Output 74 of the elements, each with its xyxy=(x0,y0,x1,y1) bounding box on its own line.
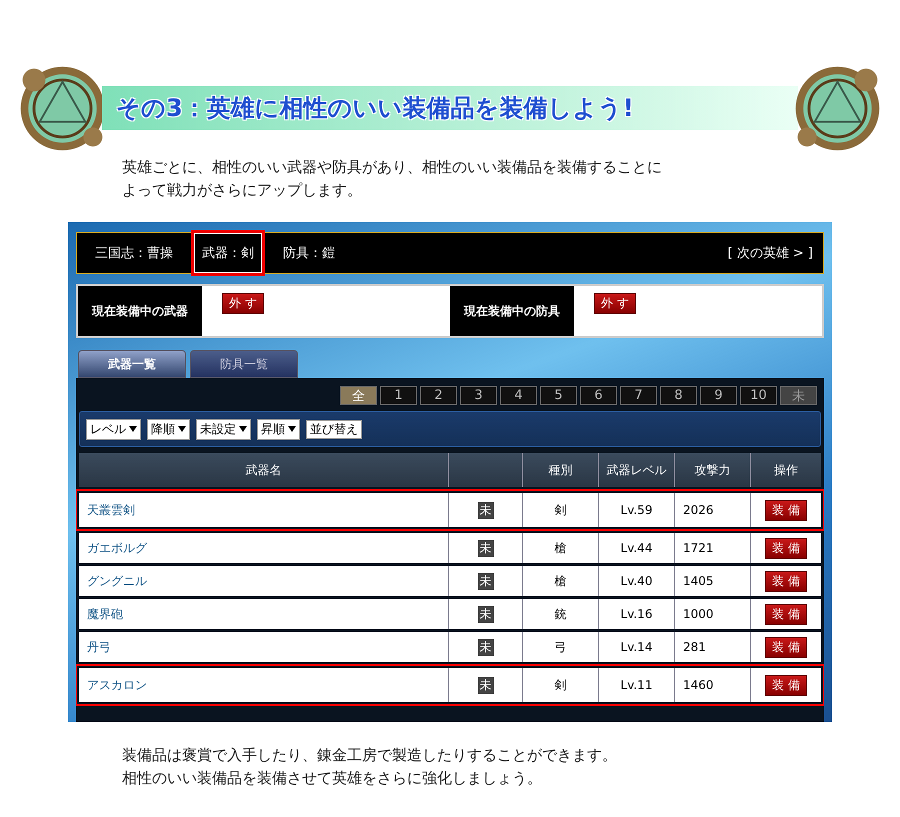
sort-button[interactable]: 並び替え xyxy=(306,420,362,438)
filter-button[interactable]: 10 xyxy=(740,386,777,405)
hero-info: 防具：鎧 xyxy=(282,245,336,263)
weapon-name-link[interactable]: ガエボルグ xyxy=(87,540,147,556)
table-cell: 1405 xyxy=(675,566,751,596)
table-cell: Lv.40 xyxy=(599,566,675,596)
filter-button[interactable]: 全 xyxy=(340,386,377,405)
caret-icon xyxy=(178,426,186,432)
outro-text: 装備品は褒賞で入手したり、錬金工房で製造したりすることができます。 相性のいい装備品を装備させて英雄をさらに強化しましょう。 xyxy=(122,745,618,789)
table-cell: 銃 xyxy=(523,599,599,629)
table-cell: 剣 xyxy=(523,668,599,702)
weapon-name-link[interactable]: グングニル xyxy=(87,572,147,590)
table-cell: Lv.11 xyxy=(599,668,675,702)
section-title: その3：英雄に相性のいい装備品を装備しよう! xyxy=(116,93,634,124)
unset-badge: 未 xyxy=(478,638,494,656)
unset-badge: 未 xyxy=(478,676,494,694)
sort-dropdown[interactable]: レベル xyxy=(86,418,141,440)
table-cell: Lv.14 xyxy=(599,632,675,662)
unset-badge: 未 xyxy=(478,572,494,590)
hero-info: 武器：剣 xyxy=(193,232,263,274)
table-cell: 281 xyxy=(675,632,751,662)
caret-icon xyxy=(239,426,247,432)
table-cell: 剣 xyxy=(523,493,599,527)
filter-button[interactable]: 1 xyxy=(380,386,417,405)
table-cell: 1000 xyxy=(675,599,751,629)
weapon-name-link[interactable]: アスカロン xyxy=(87,676,147,694)
sort-dropdown[interactable]: 昇順 xyxy=(257,418,300,440)
filter-button[interactable]: 2 xyxy=(420,386,457,405)
filter-button[interactable]: 9 xyxy=(700,386,737,405)
equip-button[interactable]: 装 備 xyxy=(765,674,807,696)
column-header: 操作 xyxy=(773,462,799,478)
equip-button[interactable]: 装 備 xyxy=(765,636,807,658)
table-cell: 1460 xyxy=(675,668,751,702)
table-cell: 槍 xyxy=(523,533,599,563)
equip-button[interactable]: 装 備 xyxy=(765,538,807,558)
filter-button[interactable]: 8 xyxy=(660,386,697,405)
sort-dropdown[interactable]: 降順 xyxy=(147,418,190,440)
equip-button[interactable]: 装 備 xyxy=(765,604,807,624)
column-header: 武器名 xyxy=(79,453,449,487)
column-header: 攻撃力 xyxy=(675,453,751,487)
filter-button[interactable]: 3 xyxy=(460,386,497,405)
weapon-name-link[interactable]: 天叢雲剣 xyxy=(87,502,135,518)
unset-badge: 未 xyxy=(478,606,494,622)
hero-info: 三国志：曹操 xyxy=(94,245,174,263)
filter-button[interactable]: 5 xyxy=(540,386,577,405)
caret-icon xyxy=(288,426,296,432)
next-hero-link[interactable]: [ 次の英雄 > ] xyxy=(728,244,813,262)
intro-text: 英雄ごとに、相性のいい武器や防具があり、相性のいい装備品を装備することに よって戦力がさらにアップします。 xyxy=(122,157,663,201)
weapon-name-link[interactable]: 魔界砲 xyxy=(87,606,123,622)
table-cell: 槍 xyxy=(523,566,599,596)
remove-button[interactable]: 外 す xyxy=(594,293,636,314)
filter-button[interactable]: 6 xyxy=(580,386,617,405)
tab[interactable]: 防具一覧 xyxy=(190,350,298,378)
equip-button[interactable]: 装 備 xyxy=(765,500,807,520)
table-cell: 2026 xyxy=(675,493,751,527)
column-header: 武器レベル xyxy=(599,453,675,487)
equipped-label: 現在装備中の武器 xyxy=(78,286,202,336)
caret-icon xyxy=(129,426,137,432)
tab[interactable]: 武器一覧 xyxy=(78,350,186,378)
sort-dropdown[interactable]: 未設定 xyxy=(196,418,251,440)
equipped-label: 現在装備中の防具 xyxy=(450,286,574,336)
weapon-name-link[interactable]: 丹弓 xyxy=(87,638,111,656)
table-cell: Lv.59 xyxy=(599,493,675,527)
unset-badge: 未 xyxy=(478,540,494,556)
remove-button[interactable]: 外 す xyxy=(222,293,264,314)
column-header: 種別 xyxy=(523,453,599,487)
filter-button[interactable]: 7 xyxy=(620,386,657,405)
filter-button[interactable]: 4 xyxy=(500,386,537,405)
table-cell: 1721 xyxy=(675,533,751,563)
equip-button[interactable]: 装 備 xyxy=(765,570,807,592)
unset-badge: 未 xyxy=(478,502,494,518)
table-cell: Lv.16 xyxy=(599,599,675,629)
table-cell: 弓 xyxy=(523,632,599,662)
table-cell: Lv.44 xyxy=(599,533,675,563)
